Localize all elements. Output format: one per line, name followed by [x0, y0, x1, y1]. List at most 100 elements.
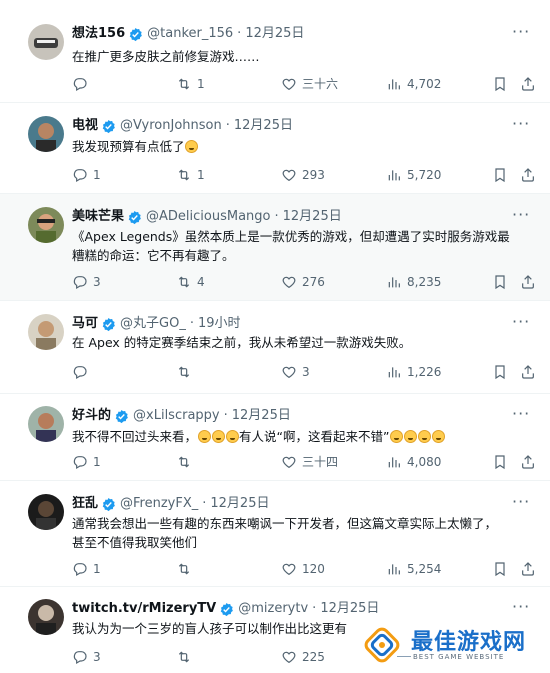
like-button[interactable]: 三十六 — [281, 74, 338, 94]
more-icon[interactable]: ··· — [512, 406, 530, 425]
timestamp[interactable]: 12月25日 — [232, 407, 291, 425]
share-button[interactable] — [520, 362, 536, 382]
bookmark-button[interactable] — [492, 272, 508, 292]
reply-icon — [73, 563, 87, 577]
views-button[interactable]: 4,702 — [386, 74, 441, 94]
author-name[interactable]: 美味芒果 — [72, 208, 124, 226]
bookmark-button[interactable] — [492, 452, 508, 472]
reply-button[interactable]: 3 — [72, 647, 101, 667]
reply-button[interactable]: 1 — [72, 165, 101, 185]
author-handle[interactable]: @丸子GO_ — [120, 315, 186, 333]
tweet[interactable]: 狂乱 @FrenzyFX_ · 12月25日 ··· 通常我会想出一些有趣的东西… — [0, 481, 550, 587]
avatar[interactable] — [28, 314, 64, 350]
like-button[interactable]: 293 — [281, 165, 325, 185]
timestamp[interactable]: 12月25日 — [234, 117, 293, 135]
avatar[interactable] — [28, 406, 64, 442]
share-button[interactable] — [520, 74, 536, 94]
retweet-icon — [178, 366, 190, 378]
author-handle[interactable]: @mizerytv — [238, 600, 308, 618]
site-watermark: 最佳游戏网 BEST GAME WEBSITE — [353, 620, 545, 670]
like-button[interactable]: 120 — [281, 559, 325, 579]
views-button[interactable]: 8,235 — [386, 272, 441, 292]
game-controller-logo-icon — [364, 627, 400, 663]
tweet-text-part: 我不得不回过头来看， — [72, 429, 198, 444]
retweet-button[interactable] — [176, 362, 197, 382]
share-button[interactable] — [520, 165, 536, 185]
avatar[interactable] — [28, 494, 64, 530]
avatar[interactable] — [28, 24, 64, 60]
like-button[interactable]: 225 — [281, 647, 325, 667]
retweet-button[interactable]: 1 — [176, 74, 205, 94]
views-icon — [388, 79, 400, 90]
author-name[interactable]: 马可 — [72, 315, 98, 333]
separator: · — [223, 408, 228, 423]
reply-button[interactable]: 3 — [72, 272, 101, 292]
tweet[interactable]: 美味芒果 @ADeliciousMango · 12月25日 ··· 《Apex… — [0, 194, 550, 301]
reply-button[interactable] — [72, 74, 93, 94]
share-icon — [522, 455, 534, 469]
timestamp[interactable]: 12月25日 — [210, 495, 269, 513]
tweet[interactable]: 电视 @VyronJohnson · 12月25日 ··· 我发现预算有点低了 … — [0, 103, 550, 194]
like-button[interactable]: 三十四 — [281, 452, 338, 472]
bookmark-button[interactable] — [492, 559, 508, 579]
timestamp[interactable]: 19小时 — [198, 315, 241, 333]
author-handle[interactable]: @xLilscrappy — [133, 407, 220, 425]
author-name[interactable]: twitch.tv/rMizeryTV — [72, 600, 216, 618]
more-icon[interactable]: ··· — [512, 599, 530, 618]
reply-button[interactable]: 1 — [72, 452, 101, 472]
tweet[interactable]: 好斗的 @xLilscrappy · 12月25日 ··· 我不得不回过头来看，… — [0, 394, 550, 481]
share-button[interactable] — [520, 559, 536, 579]
bookmark-button[interactable] — [492, 165, 508, 185]
tweet-header: 想法156 @tanker_156 · 12月25日 — [72, 25, 304, 43]
author-handle[interactable]: @VyronJohnson — [120, 117, 222, 135]
bookmark-button[interactable] — [492, 362, 508, 382]
more-icon[interactable]: ··· — [512, 314, 530, 333]
timestamp[interactable]: 12月25日 — [283, 208, 342, 226]
author-name[interactable]: 想法156 — [72, 25, 125, 43]
reply-button[interactable]: 1 — [72, 559, 101, 579]
more-icon[interactable]: ··· — [512, 116, 530, 135]
separator: · — [312, 601, 317, 616]
retweet-button[interactable]: 1 — [176, 165, 205, 185]
retweet-button[interactable]: 4 — [176, 272, 205, 292]
view-count: 4,080 — [407, 455, 442, 469]
avatar[interactable] — [28, 599, 64, 635]
verified-badge-icon — [101, 497, 116, 512]
share-icon — [522, 168, 534, 182]
views-button[interactable]: 4,080 — [386, 452, 441, 472]
more-icon[interactable]: ··· — [512, 207, 530, 226]
author-name[interactable]: 狂乱 — [72, 495, 98, 513]
more-icon[interactable]: ··· — [512, 24, 530, 43]
views-button[interactable]: 5,720 — [386, 165, 441, 185]
bookmark-button[interactable] — [492, 74, 508, 94]
views-button[interactable]: 5,254 — [386, 559, 441, 579]
reply-button[interactable] — [72, 362, 93, 382]
tweet[interactable]: 想法156 @tanker_156 · 12月25日 ··· 在推广更多皮肤之前… — [0, 0, 550, 103]
avatar[interactable] — [28, 207, 64, 243]
author-handle[interactable]: @tanker_156 — [147, 25, 233, 43]
views-button[interactable]: 1,226 — [386, 362, 441, 382]
like-button[interactable]: 276 — [281, 272, 325, 292]
timestamp[interactable]: 12月25日 — [320, 600, 379, 618]
author-handle[interactable]: @ADeliciousMango — [146, 208, 270, 226]
verified-badge-icon — [219, 602, 234, 617]
retweet-count: 1 — [197, 168, 205, 182]
author-handle[interactable]: @FrenzyFX_ — [120, 495, 198, 513]
author-name[interactable]: 电视 — [72, 117, 98, 135]
retweet-button[interactable] — [176, 452, 197, 472]
tweet[interactable]: 马可 @丸子GO_ · 19小时 ··· 在 Apex 的特定赛季结束之前，我从… — [0, 301, 550, 394]
heart-icon — [282, 78, 296, 91]
author-name[interactable]: 好斗的 — [72, 407, 111, 425]
heart-icon — [282, 651, 296, 664]
more-icon[interactable]: ··· — [512, 494, 530, 513]
retweet-button[interactable] — [176, 647, 197, 667]
laughing-emoji-icon — [403, 430, 417, 443]
like-button[interactable]: 3 — [281, 362, 310, 382]
timestamp[interactable]: 12月25日 — [245, 25, 304, 43]
retweet-button[interactable] — [176, 559, 197, 579]
avatar[interactable] — [28, 116, 64, 152]
share-button[interactable] — [520, 452, 536, 472]
tweet-header: 好斗的 @xLilscrappy · 12月25日 — [72, 407, 291, 425]
share-button[interactable] — [520, 272, 536, 292]
reply-count: 1 — [93, 562, 101, 576]
